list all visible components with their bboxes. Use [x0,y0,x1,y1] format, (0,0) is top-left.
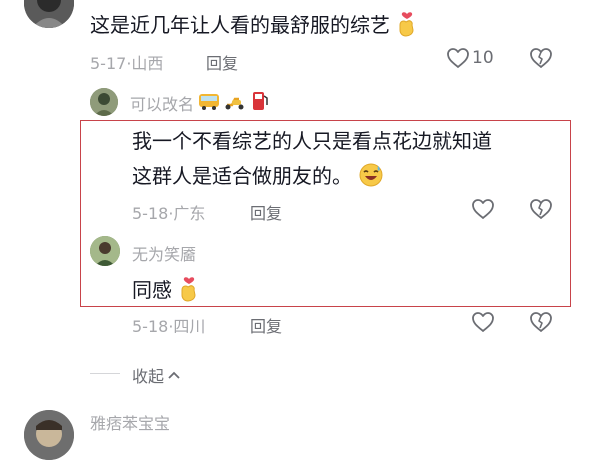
reply-text-line2-row: 这群人是适合做朋友的。 [132,160,384,193]
dislike-button[interactable] [529,311,553,333]
nested-reply-text: 同感 [132,278,172,302]
avatar-image [90,88,118,116]
dislike-button[interactable] [529,198,553,220]
reply-text-line1: 我一个不看综艺的人只是看点花边就知道 [132,129,492,153]
scooter-emoji [224,91,246,115]
broken-heart-icon [530,199,552,219]
comment-date: 5-17 [90,54,127,73]
avatar-image [24,410,74,460]
reply-date: 5-18 [132,204,169,223]
heart-outline-icon [472,199,494,219]
comment-text: 这是近几年让人看的最舒服的综艺 [90,13,390,37]
laughing-sweat-emoji [358,162,384,193]
reply-button[interactable]: 回复 [250,200,282,224]
reply-meta: 5-18·广东 [132,200,205,224]
bus-emoji [198,91,220,115]
fuel-pump-emoji [250,90,270,116]
reply-button[interactable]: 回复 [250,313,282,337]
comment-location: 山西 [131,54,164,73]
reply-button[interactable]: 回复 [206,50,238,74]
collapse-label: 收起 [132,367,165,386]
avatar-image [24,0,74,28]
username[interactable]: 雅痞苯宝宝 [90,410,170,434]
avatar-image [90,236,120,266]
like-count: 10 [472,48,494,68]
avatar[interactable] [90,88,118,116]
chevron-up-icon [168,371,180,379]
heart-outline-icon [472,312,494,332]
nested-reply-date: 5-18 [132,317,169,336]
dislike-button[interactable] [529,47,553,69]
like-button[interactable] [471,311,495,333]
avatar[interactable] [24,410,74,460]
username[interactable]: 可以改名 [130,91,194,115]
comment-text-row: 这是近几年让人看的最舒服的综艺 [90,9,418,42]
heart-outline-icon [447,48,469,68]
collapse-button[interactable]: 收起 [132,363,181,387]
like-button[interactable]: 10 [446,47,494,69]
reply-text-line2: 这群人是适合做朋友的。 [132,164,352,188]
username[interactable]: 无为笑靥 [132,241,196,265]
divider [90,373,120,374]
nested-reply-meta: 5-18·四川 [132,313,205,337]
avatar[interactable] [90,236,120,266]
reply-location: 广东 [173,204,206,223]
heart-hand-emoji [178,276,200,307]
heart-hand-emoji [396,11,418,42]
reply-header-row: 可以改名 [130,90,270,116]
broken-heart-icon [530,312,552,332]
avatar[interactable] [24,0,74,28]
nested-reply-row: 同感 [132,274,200,307]
comment-meta: 5-17·山西 [90,50,163,74]
nested-reply-location: 四川 [173,317,206,336]
broken-heart-icon [530,48,552,68]
like-button[interactable] [471,198,495,220]
